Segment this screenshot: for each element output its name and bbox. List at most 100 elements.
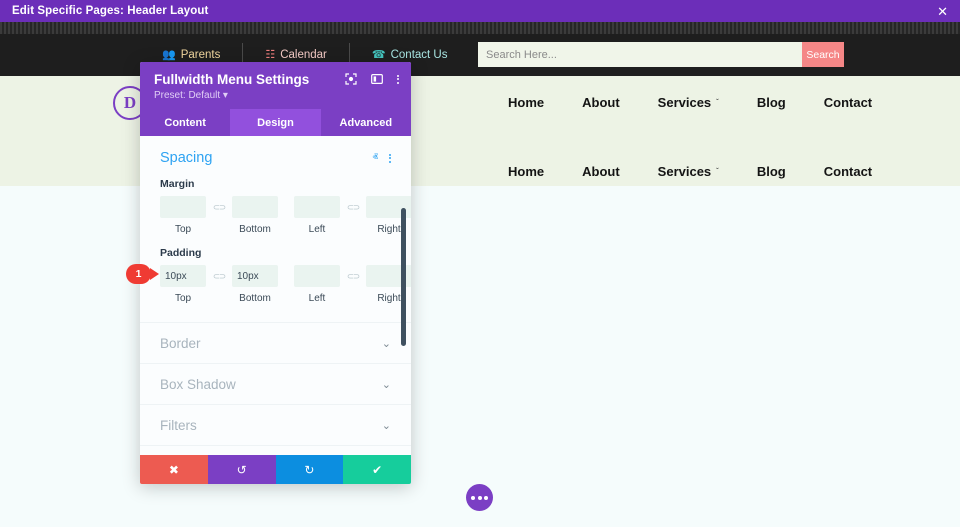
- margin-top-cell: Top: [160, 196, 206, 235]
- section-border[interactable]: Border ⌄: [140, 323, 411, 364]
- link-margin-vertical-icon[interactable]: ⊂⊃: [206, 196, 232, 218]
- padding-bottom-cell: Bottom: [232, 265, 278, 304]
- margin-top-caption: Top: [174, 224, 192, 235]
- margin-right-caption: Right: [377, 224, 401, 235]
- utility-item-label: Contact Us: [390, 49, 448, 61]
- dot-icon: [389, 160, 391, 163]
- padding-vertical-pair: Top ⊂⊃ Bottom: [160, 265, 278, 304]
- padding-inputs: Top ⊂⊃ Bottom Left: [160, 265, 411, 304]
- nav-label: Home: [508, 95, 545, 110]
- modal-header-icons: [345, 73, 399, 85]
- screen-root: Edit Specific Pages: Header Layout ✕ 👥 P…: [0, 0, 960, 527]
- margin-left-cell: Left: [294, 196, 340, 235]
- nav-label: Contact: [823, 95, 873, 110]
- nav-label: Blog: [756, 164, 786, 179]
- module-settings-modal: Fullwidth Menu Settings Preset: Default …: [140, 62, 411, 484]
- undo-button[interactable]: ↺: [207, 455, 276, 484]
- padding-bottom-input[interactable]: [232, 265, 278, 287]
- people-icon: 👥: [162, 48, 176, 61]
- link-padding-vertical-icon[interactable]: ⊂⊃: [206, 265, 232, 287]
- preset-selector[interactable]: Preset: Default ▾: [154, 90, 397, 101]
- margin-horizontal-pair: Left ⊂⊃ Right: [294, 196, 411, 235]
- search-input[interactable]: [478, 42, 802, 67]
- nav-item-contact[interactable]: Contact: [824, 164, 872, 179]
- nav-item-contact[interactable]: Contact: [824, 95, 872, 110]
- nav-label: Contact: [823, 164, 873, 179]
- section-label: Box Shadow: [160, 376, 236, 392]
- chevron-down-icon: ˇ: [716, 167, 719, 176]
- redo-button[interactable]: ↻: [275, 455, 344, 484]
- dot-icon: [471, 495, 475, 500]
- save-button[interactable]: ✔: [343, 455, 411, 484]
- margin-bottom-input[interactable]: [232, 196, 278, 218]
- section-title: Spacing: [160, 150, 213, 166]
- nav-item-services[interactable]: Services ˇ: [658, 95, 719, 110]
- nav-item-about[interactable]: About: [582, 164, 620, 179]
- margin-bottom-cell: Bottom: [232, 196, 278, 235]
- padding-horizontal-pair: Left ⊂⊃ Right: [294, 265, 411, 304]
- spacing-section: Spacing ⱏ Margin Top ⊂⊃ Bottom Left ⊂⊃ R…: [140, 136, 411, 308]
- padding-left-input[interactable]: [294, 265, 340, 287]
- panel-scrollbar[interactable]: [401, 208, 406, 346]
- dot-icon: [477, 495, 482, 500]
- margin-left-caption: Left: [308, 224, 326, 235]
- dot-icon: [389, 157, 391, 159]
- nav-item-home[interactable]: Home: [508, 95, 544, 110]
- section-filters[interactable]: Filters ⌄: [140, 405, 411, 446]
- section-box-shadow[interactable]: Box Shadow ⌄: [140, 364, 411, 405]
- margin-left-input[interactable]: [294, 196, 340, 218]
- padding-field-group: Padding Top ⊂⊃ Bottom: [160, 247, 411, 304]
- step-badge-1: 1: [126, 264, 159, 284]
- ribbed-divider: [0, 22, 960, 34]
- section-label: Filters: [160, 417, 197, 433]
- dot-icon: [484, 495, 488, 500]
- tab-content[interactable]: Content: [140, 109, 230, 136]
- calendar-grid-icon: ☷: [265, 48, 276, 61]
- phone-icon: ☎: [371, 48, 386, 61]
- section-controls: ⱏ: [373, 152, 391, 164]
- link-padding-horizontal-icon[interactable]: ⊂⊃: [340, 265, 366, 287]
- padding-top-input[interactable]: [160, 265, 206, 287]
- margin-top-input[interactable]: [160, 196, 206, 218]
- padding-top-cell: Top: [160, 265, 206, 304]
- cancel-button[interactable]: ✖: [140, 455, 208, 484]
- padding-right-caption: Right: [377, 293, 401, 304]
- nav-label: Home: [508, 164, 545, 179]
- nav-label: About: [582, 164, 620, 179]
- padding-bottom-caption: Bottom: [239, 293, 271, 304]
- modal-tabs: Content Design Advanced: [140, 109, 411, 136]
- section-more-options-icon[interactable]: [389, 153, 391, 163]
- margin-field-group: Margin Top ⊂⊃ Bottom Left ⊂⊃ Right: [160, 178, 411, 235]
- more-options-icon[interactable]: [397, 74, 399, 84]
- padding-left-caption: Left: [308, 293, 326, 304]
- collapsed-sections: Border ⌄ Box Shadow ⌄ Filters ⌄: [140, 322, 411, 446]
- modal-body: Spacing ⱏ Margin Top ⊂⊃ Bottom Left ⊂⊃ R…: [140, 136, 411, 455]
- search-button[interactable]: Search: [802, 42, 844, 67]
- padding-label: Padding: [160, 247, 202, 259]
- split-layout-icon[interactable]: [371, 73, 383, 85]
- nav-label: Blog: [756, 95, 786, 110]
- utility-item-label: Calendar: [280, 49, 327, 61]
- section-label: Border: [160, 335, 201, 351]
- nav-item-services[interactable]: Services ˇ: [658, 164, 719, 179]
- main-nav-row-1: Home About Services ˇ Blog Contact: [508, 95, 872, 110]
- dot-icon: [397, 74, 399, 77]
- admin-bar: Edit Specific Pages: Header Layout ✕: [0, 0, 960, 22]
- chevron-down-icon: ˇ: [716, 98, 719, 107]
- padding-top-caption: Top: [174, 293, 192, 304]
- nav-item-home[interactable]: Home: [508, 164, 544, 179]
- nav-item-about[interactable]: About: [582, 95, 620, 110]
- tab-advanced[interactable]: Advanced: [321, 109, 411, 136]
- utility-item-label: Parents: [180, 49, 221, 61]
- margin-vertical-pair: Top ⊂⊃ Bottom: [160, 196, 278, 235]
- chevron-down-icon: ⌄: [381, 337, 391, 350]
- close-icon[interactable]: ✕: [937, 5, 948, 18]
- tab-design[interactable]: Design: [230, 109, 321, 136]
- link-margin-horizontal-icon[interactable]: ⊂⊃: [340, 196, 366, 218]
- nav-item-blog[interactable]: Blog: [757, 95, 786, 110]
- focus-target-icon[interactable]: [345, 73, 357, 85]
- page-settings-fab[interactable]: [466, 484, 493, 511]
- nav-item-blog[interactable]: Blog: [757, 164, 786, 179]
- modal-footer: ✖ ↺ ↻ ✔: [140, 455, 411, 484]
- chevron-up-icon[interactable]: ⱏ: [373, 152, 378, 164]
